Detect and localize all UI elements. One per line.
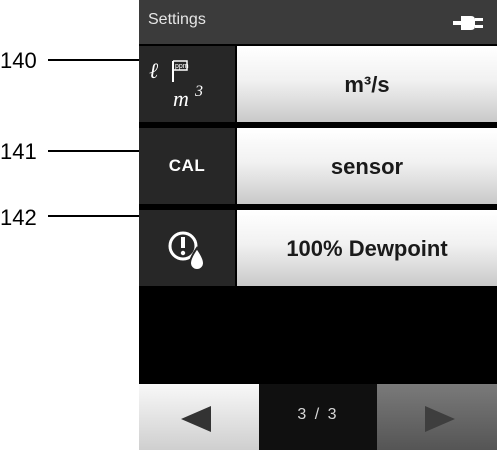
alarm-icon-cell bbox=[139, 210, 235, 286]
status-bar: Settings bbox=[139, 0, 497, 44]
callout-141: 141 bbox=[0, 139, 37, 164]
device-screen: Settings ℓ ppm m 3 m³/s CAL sensor 100% … bbox=[139, 0, 497, 450]
calibration-source-button[interactable]: sensor bbox=[237, 128, 497, 204]
svg-text:ppm: ppm bbox=[175, 63, 189, 70]
page-title: Settings bbox=[148, 11, 206, 28]
alarm-threshold-button[interactable]: 100% Dewpoint bbox=[237, 210, 497, 286]
calibration-icon-cell: CAL bbox=[139, 128, 235, 204]
plug-icon bbox=[453, 16, 483, 30]
svg-text:3: 3 bbox=[194, 83, 203, 100]
arrow-left-icon bbox=[181, 406, 211, 432]
flow-unit-button[interactable]: m³/s bbox=[237, 46, 497, 122]
flow-unit-icon-cell: ℓ ppm m 3 bbox=[139, 46, 235, 122]
svg-text:m: m bbox=[173, 86, 189, 111]
page-indicator: 3 / 3 bbox=[297, 406, 339, 423]
svg-text:ℓ: ℓ bbox=[149, 58, 159, 83]
callout-142: 142 bbox=[0, 205, 37, 230]
next-page-button[interactable] bbox=[377, 384, 497, 450]
calibration-icon: CAL bbox=[168, 156, 206, 175]
dewpoint-alarm-icon bbox=[168, 231, 206, 271]
flow-unit-icon: ℓ ppm m 3 bbox=[149, 58, 203, 111]
callout-140: 140 bbox=[0, 48, 37, 73]
previous-page-button[interactable] bbox=[139, 384, 259, 450]
arrow-right-icon bbox=[425, 406, 455, 432]
page-indicator-cell: 3 / 3 bbox=[259, 384, 377, 450]
